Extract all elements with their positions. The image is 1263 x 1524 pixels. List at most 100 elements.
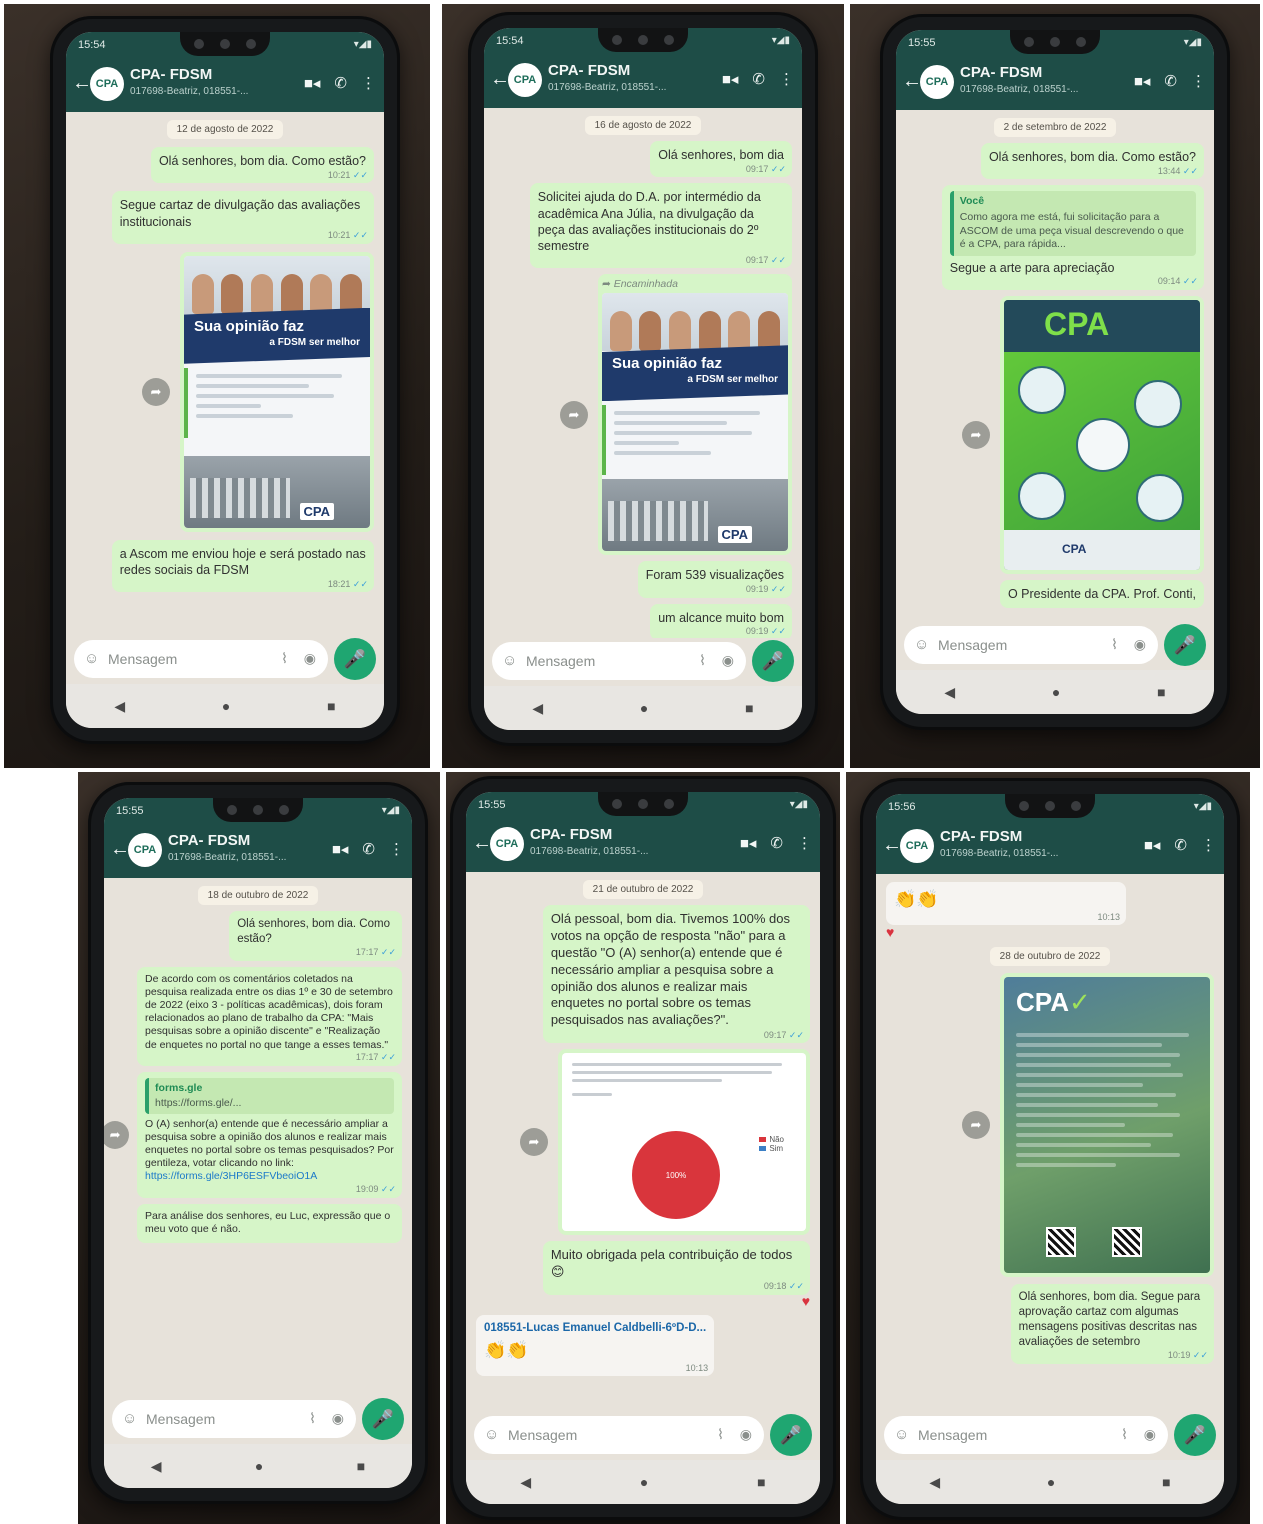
message-outgoing[interactable]: Olá senhores, bom dia. Como estão? 10:21: [150, 147, 374, 184]
poster-image[interactable]: Sua opinião faz a FDSM ser melhor CPA: [184, 255, 370, 528]
microphone-icon[interactable]: 🎤: [1174, 1414, 1216, 1456]
forward-share-icon[interactable]: ➦: [962, 421, 990, 450]
sender-name[interactable]: 018551-Lucas Emanuel Caldbelli-6ºD-D...: [484, 1321, 706, 1336]
phone-icon[interactable]: ✆: [1164, 72, 1177, 90]
more-vert-icon[interactable]: ⋮: [779, 70, 794, 88]
message-input[interactable]: ☺ Mensagem ⌇ ◉: [492, 642, 746, 680]
message-incoming[interactable]: 👏👏 10:13: [886, 882, 1126, 926]
nav-recents-icon[interactable]: ■: [327, 698, 335, 714]
message-list[interactable]: 👏👏 10:13 ♥ 28 de outubro de 2022 ➦ CPA✓ O…: [876, 874, 1224, 1412]
group-avatar[interactable]: CPA: [920, 65, 954, 99]
nav-home-icon[interactable]: ●: [1052, 684, 1060, 700]
phone-icon[interactable]: ✆: [334, 74, 347, 92]
video-camera-icon[interactable]: ■◂: [304, 74, 321, 92]
nav-back-icon[interactable]: ◀: [520, 1474, 531, 1491]
microphone-icon[interactable]: 🎤: [770, 1414, 812, 1456]
nav-recents-icon[interactable]: ■: [1157, 684, 1165, 700]
paperclip-icon[interactable]: ⌇: [1121, 1426, 1128, 1443]
chat-header[interactable]: ← CPA CPA- FDSM 017698-Beatriz, 018551-.…: [876, 820, 1224, 874]
arrow-left-icon[interactable]: ←: [902, 70, 922, 93]
forward-share-icon[interactable]: ➦: [104, 1120, 130, 1149]
poster-image[interactable]: Sua opinião faz a FDSM ser melhor CPA: [602, 293, 788, 552]
nav-home-icon[interactable]: ●: [640, 1474, 648, 1490]
forwarded-image-message[interactable]: ➦ Encaminhada ➦ Sua opinião faz a FDSM se…: [560, 274, 792, 556]
paperclip-icon[interactable]: ⌇: [281, 650, 288, 667]
nav-home-icon[interactable]: ●: [1047, 1474, 1055, 1490]
chat-header[interactable]: ← CPA CPA- FDSM 017698-Beatriz, 018551-.…: [484, 54, 802, 108]
message-outgoing-link[interactable]: ➦ forms.gle https://forms.gle/... O (A) s…: [104, 1071, 402, 1198]
video-camera-icon[interactable]: ■◂: [722, 70, 739, 88]
message-outgoing[interactable]: Foram 539 visualizações 09:19: [637, 561, 792, 598]
paperclip-icon[interactable]: ⌇: [699, 652, 706, 669]
more-vert-icon[interactable]: ⋮: [1201, 836, 1216, 854]
paperclip-icon[interactable]: ⌇: [717, 1426, 724, 1443]
paperclip-icon[interactable]: ⌇: [309, 1410, 316, 1427]
message-list[interactable]: 21 de outubro de 2022 Olá pessoal, bom d…: [466, 872, 820, 1412]
camera-icon[interactable]: ◉: [722, 652, 734, 669]
message-outgoing[interactable]: Muito obrigada pela contribuição de todo…: [542, 1241, 810, 1296]
arrow-left-icon[interactable]: ←: [882, 834, 902, 857]
group-avatar[interactable]: CPA: [490, 827, 524, 861]
more-vert-icon[interactable]: ⋮: [1191, 72, 1206, 90]
video-camera-icon[interactable]: ■◂: [740, 834, 757, 852]
form-link[interactable]: https://forms.gle/3HP6ESFVbeoiO1A: [145, 1170, 317, 1182]
camera-icon[interactable]: ◉: [1144, 1426, 1156, 1443]
camera-icon[interactable]: ◉: [740, 1426, 752, 1443]
camera-icon[interactable]: ◉: [1134, 636, 1146, 653]
quoted-message[interactable]: Você Como agora me está, fui solicitação …: [949, 191, 1196, 256]
group-title[interactable]: CPA- FDSM: [168, 832, 250, 849]
message-list[interactable]: 2 de setembro de 2022 Olá senhores, bom …: [896, 110, 1214, 622]
nav-home-icon[interactable]: ●: [222, 698, 230, 714]
image-message[interactable]: ➦ 100% Não Sim 09:17: [520, 1049, 810, 1236]
chat-header[interactable]: ← CPA CPA- FDSM 017698-Beatriz, 018551-.…: [66, 58, 384, 112]
link-preview[interactable]: forms.gle https://forms.gle/...: [145, 1077, 394, 1114]
heart-reaction-icon[interactable]: ♥: [886, 924, 894, 940]
image-message[interactable]: ➦ Sua opinião faz a FDSM ser melhor CPA: [142, 251, 374, 532]
nav-recents-icon[interactable]: ■: [745, 700, 753, 716]
forward-share-icon[interactable]: ➦: [560, 400, 588, 429]
message-input[interactable]: ☺ Mensagem ⌇ ◉: [474, 1416, 764, 1454]
group-avatar[interactable]: CPA: [90, 67, 124, 101]
video-camera-icon[interactable]: ■◂: [1144, 836, 1161, 854]
message-outgoing[interactable]: Segue cartaz de divulgação das avaliaçõe…: [111, 191, 374, 244]
group-title[interactable]: CPA- FDSM: [130, 66, 212, 83]
cpa-poster-image[interactable]: CPA✓: [1004, 977, 1210, 1274]
more-vert-icon[interactable]: ⋮: [797, 834, 812, 852]
message-outgoing[interactable]: De acordo com os comentários coletados n…: [137, 966, 402, 1066]
message-outgoing[interactable]: Para análise dos senhores, eu Luc, expre…: [137, 1203, 402, 1243]
phone-icon[interactable]: ✆: [1174, 836, 1187, 854]
arrow-left-icon[interactable]: ←: [472, 832, 492, 855]
message-input[interactable]: ☺ Mensagem ⌇ ◉: [904, 626, 1158, 664]
forward-share-icon[interactable]: ➦: [962, 1111, 990, 1140]
message-outgoing[interactable]: Solicitei ajuda do D.A. por intermédio d…: [529, 183, 792, 269]
message-input[interactable]: ☺ Mensagem ⌇ ◉: [112, 1400, 356, 1438]
nav-recents-icon[interactable]: ■: [757, 1474, 765, 1490]
image-message[interactable]: ➦ CPA CPA: [962, 296, 1204, 575]
message-list[interactable]: 16 de agosto de 2022 Olá senhores, bom d…: [484, 108, 802, 638]
arrow-left-icon[interactable]: ←: [72, 72, 92, 95]
phone-icon[interactable]: ✆: [362, 840, 375, 858]
arrow-left-icon[interactable]: ←: [110, 838, 130, 861]
arrow-left-icon[interactable]: ←: [490, 68, 510, 91]
smiley-icon[interactable]: ☺: [122, 1410, 137, 1427]
chat-header[interactable]: ← CPA CPA- FDSM 017698-Beatriz, 018551-.…: [104, 824, 412, 878]
heart-reaction-icon[interactable]: ♥: [802, 1293, 810, 1309]
nav-back-icon[interactable]: ◀: [151, 1458, 162, 1475]
phone-icon[interactable]: ✆: [752, 70, 765, 88]
message-outgoing[interactable]: O Presidente da CPA. Prof. Conti,: [999, 580, 1204, 609]
message-outgoing[interactable]: Olá senhores, bom dia. Como estão? 13:44: [980, 143, 1204, 180]
smiley-icon[interactable]: ☺: [84, 650, 99, 667]
nav-home-icon[interactable]: ●: [255, 1458, 263, 1474]
group-avatar[interactable]: CPA: [508, 63, 542, 97]
more-vert-icon[interactable]: ⋮: [361, 74, 376, 92]
message-outgoing[interactable]: Olá senhores, bom dia. Segue para aprova…: [1010, 1284, 1214, 1365]
smiley-icon[interactable]: ☺: [914, 636, 929, 653]
nav-recents-icon[interactable]: ■: [357, 1458, 365, 1474]
video-camera-icon[interactable]: ■◂: [332, 840, 349, 858]
camera-icon[interactable]: ◉: [332, 1410, 344, 1427]
message-list[interactable]: 18 de outubro de 2022 Olá senhores, bom …: [104, 878, 412, 1396]
chat-header[interactable]: ← CPA CPA- FDSM 017698-Beatriz, 018551-.…: [896, 56, 1214, 110]
smiley-icon[interactable]: ☺: [502, 652, 517, 669]
camera-icon[interactable]: ◉: [304, 650, 316, 667]
cpa-green-poster[interactable]: CPA CPA: [1004, 300, 1200, 571]
